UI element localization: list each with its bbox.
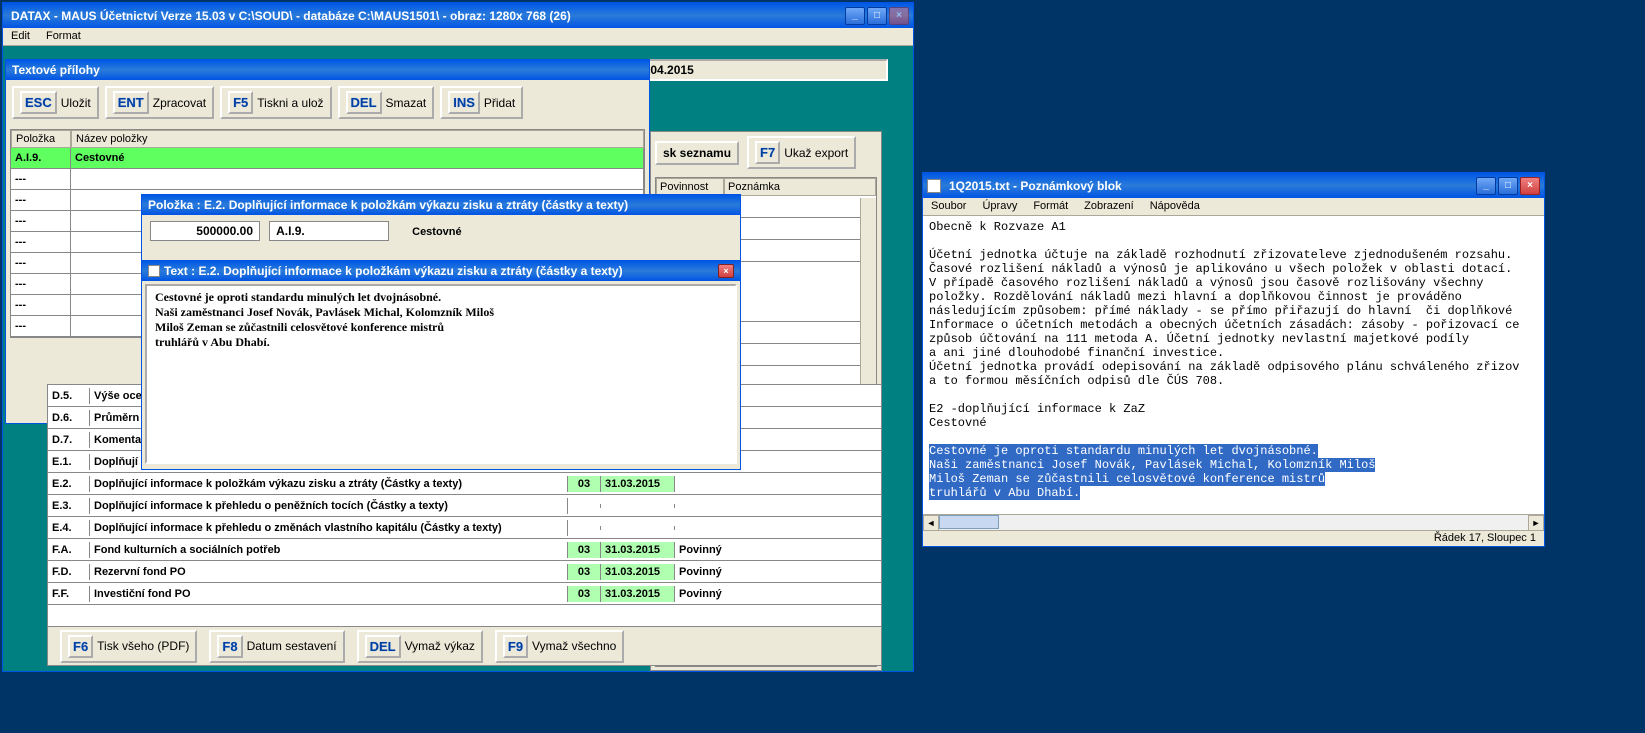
main-title: DATAX - MAUS Účetnictví Verze 15.03 v C:… — [7, 9, 845, 23]
notepad-cursor-position: Řádek 17, Sloupec 1 — [1434, 532, 1536, 545]
np-line — [929, 388, 1538, 402]
sk-seznamu-button[interactable]: sk seznamu — [655, 141, 739, 165]
workspace: Středa 08.04.2015 Textové přílohy ESCUlo… — [3, 46, 913, 671]
bottom-row[interactable]: E.3.Doplňující informace k přehledu o pe… — [48, 495, 881, 517]
scroll-left-icon[interactable]: ◄ — [923, 515, 939, 531]
bottom-row[interactable]: E.4.Doplňující informace k přehledu o zm… — [48, 517, 881, 539]
f6-tisk-pdf-button[interactable]: F6Tisk všeho (PDF) — [60, 630, 197, 663]
prilohy-toolbar: ESCUložit ENTZpracovat F5Tiskni a ulož D… — [6, 80, 649, 125]
np-line: V případě časového rozlišení nákladů a v… — [929, 276, 1538, 290]
text-close-button[interactable]: × — [718, 264, 734, 278]
col-nazev[interactable]: Název položky — [71, 130, 644, 148]
col-poznamka[interactable]: Poznámka — [724, 178, 876, 196]
cell-polozka: A.I.9. — [11, 148, 71, 168]
bottom-row[interactable]: E.2.Doplňující informace k položkám výka… — [48, 473, 881, 495]
np-line: položky. Rozdělování nákladů mezi hlavní… — [929, 290, 1538, 304]
np-line: Časové rozlišení nákladů a výnosů je apl… — [929, 262, 1538, 276]
np-menu-format[interactable]: Formát — [1025, 198, 1076, 215]
prilohy-row[interactable]: --- — [11, 169, 644, 190]
f7-ukaz-export-button[interactable]: F7Ukaž export — [747, 136, 856, 169]
np-line: způsob účtování na 111 metoda A. Účetní … — [929, 332, 1538, 346]
np-line-selected: Naši zaměstnanci Josef Novák, Pavlásek M… — [929, 458, 1538, 472]
np-line-selected: Miloš Zeman se zůčastnili celosvětové ko… — [929, 472, 1538, 486]
notepad-icon — [927, 179, 941, 193]
np-line: Účetní jednotka provádí odepisování na z… — [929, 360, 1538, 374]
del-smazat-button[interactable]: DELSmazat — [338, 86, 435, 119]
menu-edit[interactable]: Edit — [3, 28, 38, 45]
np-menu-napoveda[interactable]: Nápověda — [1142, 198, 1208, 215]
np-minimize-button[interactable]: _ — [1476, 177, 1496, 195]
cell-polozka: --- — [11, 190, 71, 210]
f5-tisk-button[interactable]: F5Tiskni a ulož — [220, 86, 331, 119]
cell-polozka: --- — [11, 232, 71, 252]
ins-pridat-button[interactable]: INSPřidat — [440, 86, 523, 119]
cell-nazev — [71, 169, 644, 189]
prilohy-title[interactable]: Textové přílohy — [6, 60, 649, 80]
text-editor[interactable]: Cestovné je oproti standardu minulých le… — [145, 284, 737, 464]
np-menu-upravy[interactable]: Úpravy — [974, 198, 1025, 215]
esc-ulozit-button[interactable]: ESCUložit — [12, 86, 99, 119]
notepad-titlebar[interactable]: 1Q2015.txt - Poznámkový blok _ □ × — [923, 173, 1544, 198]
close-button[interactable]: × — [889, 7, 909, 25]
np-menu-zobrazeni[interactable]: Zobrazení — [1076, 198, 1142, 215]
ent-zpracovat-button[interactable]: ENTZpracovat — [105, 86, 214, 119]
np-maximize-button[interactable]: □ — [1498, 177, 1518, 195]
notepad-hscrollbar[interactable]: ◄ ► — [923, 514, 1544, 530]
bottom-row[interactable]: F.F.Investiční fond PO0331.03.2015Povinn… — [48, 583, 881, 605]
np-line: následujícím způsobem: přímé náklady - s… — [929, 304, 1538, 318]
notepad-title: 1Q2015.txt - Poznámkový blok — [945, 179, 1476, 193]
polozka-title[interactable]: Položka : E.2. Doplňující informace k po… — [142, 195, 740, 215]
bottom-row[interactable]: F.D.Rezervní fond PO0331.03.2015Povinný — [48, 561, 881, 583]
text-window: Text : E.2. Doplňující informace k polož… — [141, 260, 741, 470]
np-line-selected: truhlářů v Abu Dhabí. — [929, 486, 1538, 500]
main-titlebar[interactable]: DATAX - MAUS Účetnictví Verze 15.03 v C:… — [3, 3, 913, 28]
np-close-button[interactable]: × — [1520, 177, 1540, 195]
maximize-button[interactable]: □ — [867, 7, 887, 25]
text-line: Cestovné je oproti standardu minulých le… — [155, 290, 727, 305]
np-line: a to formou měsíčních odpisů dle ČÚS 708… — [929, 374, 1538, 388]
main-window: DATAX - MAUS Účetnictví Verze 15.03 v C:… — [2, 2, 914, 672]
del-vymaz-vykaz-button[interactable]: DELVymaž výkaz — [357, 630, 483, 663]
text-line: Miloš Zeman se zůčastnili celosvětové ko… — [155, 320, 727, 335]
np-line: Informace o účetních metodách a obecných… — [929, 318, 1538, 332]
main-menubar: Edit Format — [3, 28, 913, 46]
prilohy-row[interactable]: A.I.9.Cestovné — [11, 148, 644, 169]
document-icon — [148, 265, 160, 277]
f9-vymaz-vsechno-button[interactable]: F9Vymaž všechno — [495, 630, 624, 663]
f8-datum-button[interactable]: F8Datum sestavení — [209, 630, 344, 663]
text-line: Naši zaměstnanci Josef Novák, Pavlásek M… — [155, 305, 727, 320]
np-menu-soubor[interactable]: Soubor — [923, 198, 974, 215]
cell-polozka: --- — [11, 253, 71, 273]
np-line: Účetní jednotka účtuje na základě rozhod… — [929, 248, 1538, 262]
np-line — [929, 234, 1538, 248]
cell-polozka: --- — [11, 274, 71, 294]
scroll-right-icon[interactable]: ► — [1528, 515, 1544, 531]
cell-polozka: --- — [11, 295, 71, 315]
np-line — [929, 430, 1538, 444]
np-line-selected: Cestovné je oproti standardu minulých le… — [929, 444, 1538, 458]
bottom-row[interactable]: F.A.Fond kulturních a sociálních potřeb0… — [48, 539, 881, 561]
polozka-name: Cestovné — [412, 226, 462, 238]
np-line: Cestovné — [929, 416, 1538, 430]
scroll-thumb[interactable] — [939, 515, 999, 529]
bottom-toolbar: F6Tisk všeho (PDF) F8Datum sestavení DEL… — [47, 626, 882, 666]
notepad-menubar: Soubor Úpravy Formát Zobrazení Nápověda — [923, 198, 1544, 216]
cell-polozka: --- — [11, 169, 71, 189]
minimize-button[interactable]: _ — [845, 7, 865, 25]
notepad-statusbar: Řádek 17, Sloupec 1 — [923, 530, 1544, 546]
text-line: truhlářů v Abu Dhabí. — [155, 335, 727, 350]
text-title[interactable]: Text : E.2. Doplňující informace k polož… — [142, 261, 740, 281]
np-line: E2 -doplňující informace k ZaZ — [929, 402, 1538, 416]
cell-polozka: --- — [11, 316, 71, 336]
np-line: a ani jiné dlouhodobé finanční investice… — [929, 346, 1538, 360]
np-line: Obecně k Rozvaze A1 — [929, 220, 1538, 234]
polozka-amount[interactable]: 500000.00 — [150, 221, 260, 241]
menu-format[interactable]: Format — [38, 28, 89, 45]
notepad-window: 1Q2015.txt - Poznámkový blok _ □ × Soubo… — [922, 172, 1545, 547]
col-polozka[interactable]: Položka — [11, 130, 71, 148]
notepad-textarea[interactable]: Obecně k Rozvaze A1 Účetní jednotka účtu… — [923, 216, 1544, 529]
cell-polozka: --- — [11, 211, 71, 231]
polozka-code[interactable]: A.I.9. — [269, 221, 389, 241]
cell-nazev: Cestovné — [71, 148, 644, 168]
